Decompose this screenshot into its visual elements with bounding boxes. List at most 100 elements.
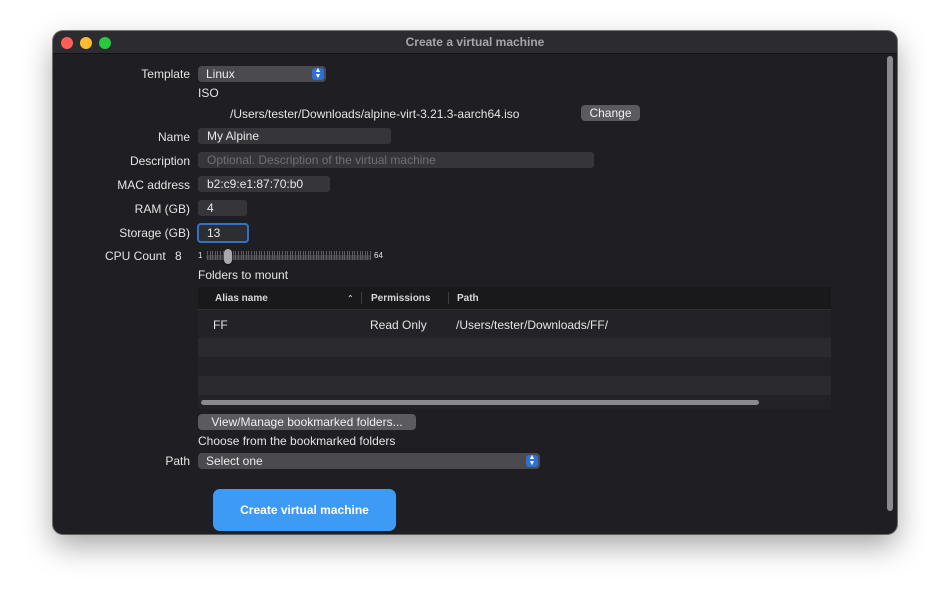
ram-label: RAM (GB) (134, 202, 190, 216)
slider-tick (326, 251, 328, 260)
slider-tick (351, 251, 353, 260)
slider-tick (238, 251, 240, 260)
mac-address-field[interactable] (198, 176, 330, 192)
choose-bookmarks-text: Choose from the bookmarked folders (198, 434, 396, 448)
slider-tick (214, 251, 216, 260)
popup-chevron-icon: ▲ ▼ (312, 67, 324, 80)
slider-tick (338, 251, 340, 260)
change-iso-button[interactable]: Change (581, 105, 640, 121)
slider-tick (349, 251, 351, 260)
folders-table-header: Alias name ⌃ Permissions Path (198, 287, 831, 310)
slider-tick (282, 251, 284, 260)
slider-tick (284, 251, 286, 260)
ram-field[interactable] (198, 200, 247, 216)
template-popup[interactable]: Linux ▲ ▼ (198, 66, 326, 82)
column-permissions-header[interactable]: Permissions (371, 293, 430, 304)
iso-path: /Users/tester/Downloads/alpine-virt-3.21… (230, 107, 520, 121)
cpu-slider-knob[interactable] (224, 249, 232, 264)
cpu-count-value: 8 (175, 249, 182, 263)
name-field[interactable] (198, 128, 391, 144)
slider-tick (274, 251, 276, 260)
slider-tick (207, 251, 208, 260)
slider-tick (212, 251, 214, 260)
slider-tick (276, 251, 278, 260)
slider-tick (357, 251, 359, 260)
slider-tick (258, 251, 260, 260)
slider-tick (315, 251, 317, 260)
description-label: Description (129, 154, 190, 168)
slider-tick (240, 251, 242, 260)
slider-tick (336, 251, 338, 260)
table-row-empty (198, 376, 831, 395)
slider-tick (279, 251, 281, 260)
template-label: Template (141, 67, 190, 81)
slider-tick (359, 251, 361, 260)
slider-tick (263, 251, 265, 260)
slider-tick (248, 251, 250, 260)
table-row-empty (198, 357, 831, 376)
slider-tick (318, 251, 320, 260)
slider-tick (302, 251, 304, 260)
folders-title: Folders to mount (198, 268, 289, 282)
slider-tick (294, 251, 296, 260)
cpu-max-label: 64 (374, 251, 383, 260)
cpu-min-label: 1 (198, 251, 203, 260)
slider-tick (245, 251, 247, 260)
slider-tick (269, 251, 271, 260)
slider-tick (307, 251, 309, 260)
sort-ascending-icon: ⌃ (347, 294, 354, 303)
row-alias: FF (213, 318, 228, 332)
path-label: Path (165, 454, 190, 468)
storage-label: Storage (GB) (119, 226, 190, 240)
slider-tick (289, 251, 291, 260)
create-vm-window: Create a virtual machine Template Linux … (53, 31, 897, 534)
path-popup-value: Select one (206, 454, 263, 468)
slider-tick (217, 251, 219, 260)
slider-tick (362, 251, 364, 260)
manage-bookmarks-button[interactable]: View/Manage bookmarked folders... (198, 414, 416, 430)
slider-tick (271, 251, 273, 260)
slider-tick (266, 251, 268, 260)
name-label: Name (157, 130, 190, 144)
slider-tick (250, 251, 252, 260)
template-value: Linux (206, 67, 235, 81)
slider-tick (287, 251, 289, 260)
column-path-header[interactable]: Path (457, 293, 479, 304)
popup-chevron-icon: ▲ ▼ (526, 454, 538, 467)
slider-tick (331, 251, 333, 260)
slider-tick (232, 251, 234, 260)
window-vertical-scrollbar[interactable] (887, 56, 893, 511)
table-row-empty (198, 338, 831, 357)
row-path: /Users/tester/Downloads/FF/ (456, 318, 609, 332)
folders-table: Alias name ⌃ Permissions Path FF Read On… (198, 287, 831, 409)
description-field[interactable] (198, 152, 594, 168)
slider-tick (297, 251, 299, 260)
cpu-count-label: CPU Count (105, 249, 166, 263)
window-title: Create a virtual machine (405, 35, 545, 49)
slider-tick (209, 251, 211, 260)
slider-tick (253, 251, 255, 260)
slider-tick (219, 251, 221, 260)
slider-tick (320, 251, 322, 260)
slider-tick (367, 251, 369, 260)
slider-tick (261, 251, 263, 260)
table-row[interactable]: FF Read Only /Users/tester/Downloads/FF/ (198, 309, 831, 338)
path-popup[interactable]: Select one ▲ ▼ (198, 453, 540, 469)
table-horizontal-scrollbar[interactable] (201, 400, 759, 405)
slider-tick (370, 251, 371, 260)
slider-tick (354, 251, 356, 260)
slider-tick (305, 251, 307, 260)
storage-field[interactable] (197, 223, 249, 243)
create-vm-button[interactable]: Create virtual machine (213, 489, 396, 531)
slider-tick (300, 251, 302, 260)
slider-tick (328, 251, 330, 260)
slider-tick (364, 251, 366, 260)
title-bar: Create a virtual machine (53, 31, 897, 54)
slider-tick (243, 251, 245, 260)
iso-label: ISO (198, 86, 219, 100)
column-alias-header[interactable]: Alias name (215, 293, 268, 304)
slider-tick (313, 251, 315, 260)
slider-tick (323, 251, 325, 260)
row-permissions: Read Only (370, 318, 427, 332)
mac-address-label: MAC address (117, 178, 190, 192)
